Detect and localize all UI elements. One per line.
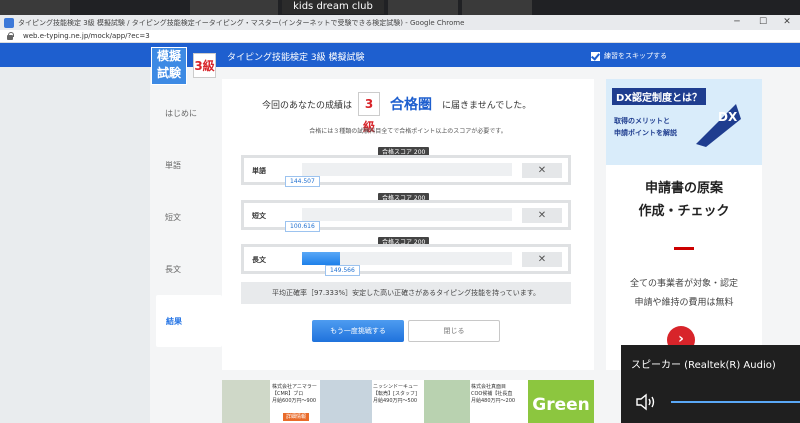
ad-item-line: 月給490万円〜500 bbox=[373, 398, 418, 404]
average-accuracy: 平均正確率［97.333%］安定した高い正確さがあるタイピング技能を持っています… bbox=[241, 282, 571, 304]
score-track bbox=[302, 252, 512, 265]
score-value: 149.566 bbox=[325, 265, 360, 276]
volume-slider[interactable] bbox=[671, 401, 800, 403]
score-track bbox=[302, 208, 512, 221]
result-level-badge: 3級 bbox=[358, 92, 381, 134]
pass-requirement-note: 合格には３種類の試験科目全てで合格ポイント以上のスコアが必要です。 bbox=[309, 128, 507, 135]
score-value: 144.507 bbox=[285, 176, 320, 187]
ad-heading[interactable]: 作成・チェック bbox=[606, 200, 762, 219]
ad-item-line: 月給480万円〜200 bbox=[471, 398, 516, 404]
ad-line[interactable]: 申請ポイントを解説 bbox=[614, 128, 677, 138]
logo-line-1: 模擬 bbox=[156, 49, 181, 63]
site-info-icon[interactable] bbox=[5, 31, 15, 41]
ad-dog-image[interactable] bbox=[222, 380, 270, 423]
nav-item-words[interactable]: 単語 bbox=[150, 139, 222, 191]
address-bar[interactable]: web.e-typing.ne.jp/mock/app/?ec=3 bbox=[0, 30, 800, 43]
ad-line[interactable]: 取得のメリットと bbox=[614, 116, 670, 126]
brand-logo bbox=[674, 247, 694, 250]
score-fill bbox=[302, 252, 340, 265]
page-title: タイピング技能検定 3級 模擬試験 bbox=[227, 53, 365, 63]
nav-item-short-text[interactable]: 短文 bbox=[150, 191, 222, 243]
video-thumbnail[interactable] bbox=[462, 0, 532, 15]
retry-button[interactable]: もう一度挑戦する bbox=[312, 320, 404, 342]
nav-item-result[interactable]: 結果 bbox=[156, 295, 222, 347]
ad-item-line: 【転売】[スタッフ] bbox=[373, 391, 417, 397]
maximize-button[interactable]: ☐ bbox=[750, 15, 776, 30]
green-logo[interactable]: Green bbox=[528, 380, 594, 423]
headline-suffix: に届きませんでした。 bbox=[442, 100, 532, 111]
url-text[interactable]: web.e-typing.ne.jp/mock/app/?ec=3 bbox=[23, 32, 150, 40]
ad-item-1[interactable]: 株式会社アニマラー 【CMR】ブロ 月給600万円〜900 bbox=[272, 384, 317, 405]
close-icon[interactable]: ✕ bbox=[522, 163, 562, 178]
headline-prefix: 今回のあなたの成績は bbox=[262, 100, 353, 111]
ad-item-line: 月給600万円〜900 bbox=[272, 398, 317, 404]
logo-line-2: 試験 bbox=[156, 66, 181, 80]
nav-item-intro[interactable]: はじめに bbox=[150, 87, 222, 139]
app-icon bbox=[4, 17, 14, 28]
video-thumbnail[interactable] bbox=[190, 0, 278, 15]
mock-exam-logo: 模擬 試験 bbox=[151, 47, 187, 85]
close-icon[interactable]: ✕ bbox=[522, 208, 562, 223]
result-headline: 今回のあなたの成績は 3級 合格圏 に届きませんでした。 bbox=[262, 92, 562, 134]
step-nav: はじめに 単語 短文 長文 結果 bbox=[150, 87, 222, 347]
zoom-top-strip: kids dream club bbox=[0, 0, 800, 15]
ad-item-line: COO候補【社長直 bbox=[471, 391, 513, 397]
participant-name: kids dream club bbox=[282, 0, 384, 14]
ad-people-image[interactable] bbox=[424, 380, 470, 423]
ad-detail-button[interactable]: 詳細情報 bbox=[283, 413, 310, 421]
nav-item-long-text[interactable]: 長文 bbox=[150, 243, 222, 295]
ad-item-3[interactable]: 株式会社真面目 COO候補【社長直 月給480万円〜200 bbox=[471, 384, 515, 405]
score-value: 100.616 bbox=[285, 221, 320, 232]
volume-icon[interactable] bbox=[635, 393, 657, 411]
ad-heading[interactable]: 申請書の原案 bbox=[606, 177, 762, 196]
speaker-device-name: スピーカー (Realtek(R) Audio) bbox=[631, 360, 776, 371]
ad-text[interactable]: 全ての事業者が対象・認定 bbox=[606, 276, 762, 289]
score-row-long-text: 長文 ✕ bbox=[241, 244, 571, 274]
site-header bbox=[0, 43, 800, 67]
row-label: 長文 bbox=[252, 256, 266, 264]
skip-practice-toggle[interactable]: 練習をスキップする bbox=[591, 51, 667, 61]
pass-zone-text: 合格圏 bbox=[390, 97, 433, 113]
left-margin bbox=[0, 67, 150, 423]
minimize-button[interactable]: ─ bbox=[724, 15, 750, 30]
browser-title-bar: タイピング技能検定 3級 模擬試験 / タイピング技能検定イータイピング・マスタ… bbox=[0, 15, 800, 30]
close-button[interactable]: 閉じる bbox=[408, 320, 500, 342]
level-badge: 3級 bbox=[193, 53, 216, 78]
window-title: タイピング技能検定 3級 模擬試験 / タイピング技能検定イータイピング・マスタ… bbox=[18, 18, 465, 27]
ad-text[interactable]: 申請や維持の費用は無料 bbox=[606, 295, 762, 308]
row-label: 短文 bbox=[252, 212, 266, 220]
dx-illustration-icon: DX bbox=[696, 104, 741, 147]
speaker-popup: スピーカー (Realtek(R) Audio) bbox=[621, 345, 800, 423]
checkbox-checked-icon[interactable] bbox=[591, 51, 600, 61]
row-label: 単語 bbox=[252, 167, 266, 175]
ad-item-line: ニッシンドーキュー bbox=[373, 384, 419, 390]
ad-item-line: 株式会社真面目 bbox=[471, 384, 507, 390]
video-thumbnail[interactable] bbox=[0, 0, 70, 15]
close-window-button[interactable]: ✕ bbox=[774, 15, 800, 30]
ad-item-2[interactable]: ニッシンドーキュー 【転売】[スタッフ] 月給490万円〜500 bbox=[373, 384, 418, 405]
skip-practice-label[interactable]: 練習をスキップする bbox=[604, 51, 667, 61]
video-thumbnail[interactable] bbox=[388, 0, 458, 15]
ad-office-image[interactable] bbox=[320, 380, 372, 423]
ad-item-line: 株式会社アニマラー bbox=[272, 384, 317, 390]
dx-label: DX bbox=[718, 110, 738, 124]
score-track bbox=[302, 163, 512, 176]
ad-item-line: 【CMR】ブロ bbox=[272, 391, 304, 397]
close-icon[interactable]: ✕ bbox=[522, 252, 562, 267]
